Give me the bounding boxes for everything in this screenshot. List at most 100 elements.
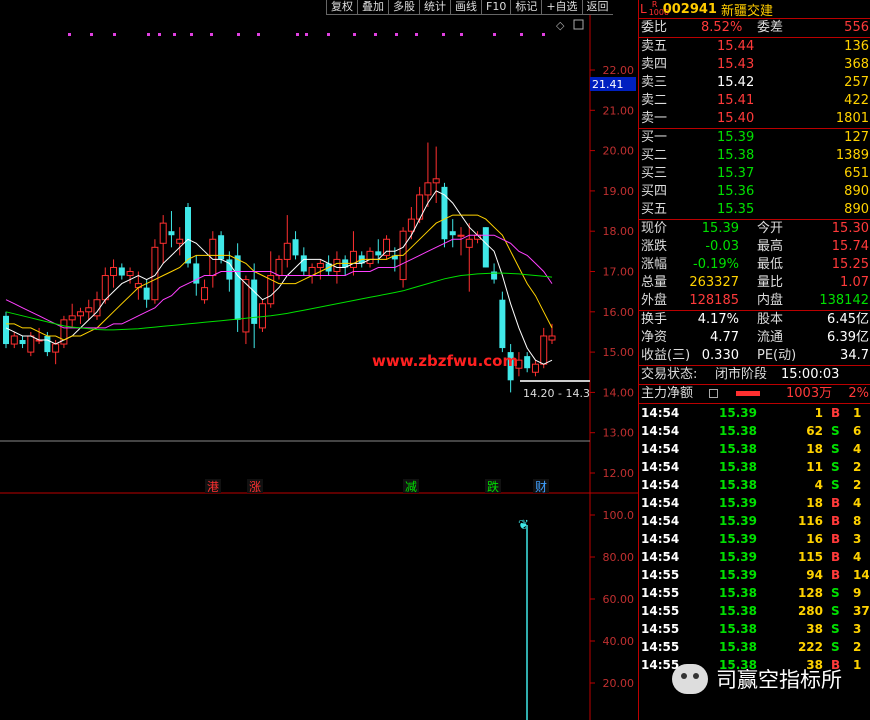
tick-price: 15.39 <box>719 406 757 420</box>
candle-body <box>375 251 382 256</box>
book-volume: 136 <box>844 39 869 54</box>
tick-row: 14:54 15.39 16 B 3 <box>639 530 870 548</box>
candle-body <box>482 227 489 268</box>
stat-value: 15.25 <box>831 257 869 272</box>
tick-count: 8 <box>853 514 862 528</box>
r-mark: R 1000 <box>648 0 670 17</box>
stat-label: 股本 <box>757 312 784 327</box>
marker-dot <box>493 33 496 36</box>
book-volume: 422 <box>844 93 869 108</box>
toolbar-button[interactable]: 多股 <box>388 0 419 15</box>
stat-value: 6.39亿 <box>827 330 869 345</box>
tick-time: 14:54 <box>641 460 680 474</box>
maximize-icon <box>573 19 584 30</box>
tick-price: 15.38 <box>719 586 757 600</box>
diamond-icon: ◇ <box>556 19 565 32</box>
tick-volume: 62 <box>806 424 823 438</box>
tick-row: 14:54 15.38 11 S 2 <box>639 458 870 476</box>
book-label: 卖四 <box>641 57 668 72</box>
tick-volume: 128 <box>797 586 823 600</box>
toolbar-button[interactable]: 画线 <box>450 0 481 15</box>
tick-time: 14:54 <box>641 514 680 528</box>
tick-side: S <box>831 640 840 654</box>
tick-time: 14:55 <box>641 622 680 636</box>
book-price: 15.37 <box>717 166 755 181</box>
tick-time: 14:55 <box>641 604 680 618</box>
wechat-icon <box>672 664 708 694</box>
tick-volume: 280 <box>797 604 823 618</box>
tick-side: B <box>831 406 841 420</box>
book-row: 买五 15.35 890 <box>639 201 870 219</box>
toolbar-button[interactable]: +自选 <box>541 0 582 15</box>
toolbar-button[interactable]: 返回 <box>581 0 613 15</box>
tick-list[interactable]: 14:54 15.39 1 B 1 14:54 15.38 62 S 6 14:54 15.38 18 S… <box>639 403 870 674</box>
stat-label: 外盘 <box>641 293 668 308</box>
tick-count: 2 <box>853 640 862 654</box>
toolbar-button[interactable]: 复权 <box>326 0 357 15</box>
book-price: 15.35 <box>717 202 755 217</box>
tick-side: S <box>831 604 840 618</box>
tick-time: 14:55 <box>641 568 680 582</box>
list-icon[interactable] <box>709 389 718 398</box>
kline-chart[interactable]: 22.00 21.00 20.00 19.00 18.00 17.00 16.00 15.00… <box>0 0 638 720</box>
tick-count: 3 <box>853 622 862 636</box>
tick-time: 14:54 <box>641 442 680 456</box>
stock-name[interactable]: 新疆交建 <box>721 0 773 19</box>
candle-body <box>424 182 432 196</box>
tick-row: 14:54 15.38 18 S 4 <box>639 440 870 458</box>
quote-panel: L R 1000 002941 新疆交建 委比 8.52% 委差 556 卖五 1… <box>638 0 870 720</box>
tick-count: 6 <box>853 424 862 438</box>
stat-value: 0.330 <box>701 348 739 363</box>
butterfly-icon: ❦ <box>518 518 529 533</box>
tick-price: 15.38 <box>719 424 757 438</box>
stat-label: 内盘 <box>757 293 784 308</box>
stat-value: 15.39 <box>701 221 739 236</box>
book-row: 卖一 15.40 1801 <box>639 110 870 128</box>
book-label: 卖二 <box>641 93 668 108</box>
kline-chart-area[interactable]: 22.00 21.00 20.00 19.00 18.00 17.00 16.00 15.00… <box>0 0 638 720</box>
book-price: 15.38 <box>717 148 755 163</box>
tick-side: S <box>831 442 840 456</box>
tick-time: 14:54 <box>641 478 680 492</box>
book-price: 15.42 <box>717 75 755 90</box>
marker-dot <box>353 33 356 36</box>
chart-toolbar: 复权 叠加 多股 统计 画线 F10 标记 +自选 返回 <box>326 0 613 15</box>
tick-price: 15.38 <box>719 442 757 456</box>
tick-price: 15.38 <box>719 640 757 654</box>
book-label: 卖三 <box>641 75 668 90</box>
stock-code[interactable]: 002941 <box>663 2 717 17</box>
candle-body <box>524 356 531 369</box>
marker-dot <box>147 33 150 36</box>
candle-body <box>101 275 109 301</box>
event-marker: 财 <box>535 480 547 494</box>
toolbar-button[interactable]: 标记 <box>510 0 542 15</box>
book-volume: 257 <box>844 75 869 90</box>
stat-row: 换手 4.17% 股本 6.45亿 <box>639 311 870 329</box>
watermark-brand: 司赢空指标所 <box>716 668 842 692</box>
toolbar-button[interactable]: F10 <box>481 0 511 15</box>
tick-time: 14:54 <box>641 406 680 420</box>
tick-count: 14 <box>853 568 869 582</box>
stat-value: 128185 <box>689 293 739 308</box>
stat-row: 涨幅 -0.19% 最低 15.25 <box>639 256 870 274</box>
cursor-price-label: 21.41 <box>592 78 624 91</box>
book-row: 卖四 15.43 368 <box>639 56 870 74</box>
stat-value: -0.03 <box>705 239 739 254</box>
stat-label: 量比 <box>757 275 784 290</box>
tick-price: 15.38 <box>719 460 757 474</box>
book-row: 买一 15.39 127 <box>639 129 870 147</box>
book-label: 卖五 <box>641 39 668 54</box>
tick-side: B <box>831 496 841 510</box>
tick-side: S <box>831 586 840 600</box>
weibi-row: 委比 8.52% 委差 556 <box>639 18 870 35</box>
tick-side: S <box>831 622 840 636</box>
toolbar-button[interactable]: 叠加 <box>357 0 388 15</box>
site-watermark: www.zbzfwu.com <box>372 352 518 370</box>
stat-value: 15.74 <box>831 239 869 254</box>
tick-count: 9 <box>853 586 862 600</box>
tick-count: 4 <box>853 442 862 456</box>
toolbar-button[interactable]: 统计 <box>419 0 450 15</box>
candle-body <box>531 363 539 373</box>
tick-time: 14:54 <box>641 424 680 438</box>
book-price: 15.36 <box>717 184 755 199</box>
